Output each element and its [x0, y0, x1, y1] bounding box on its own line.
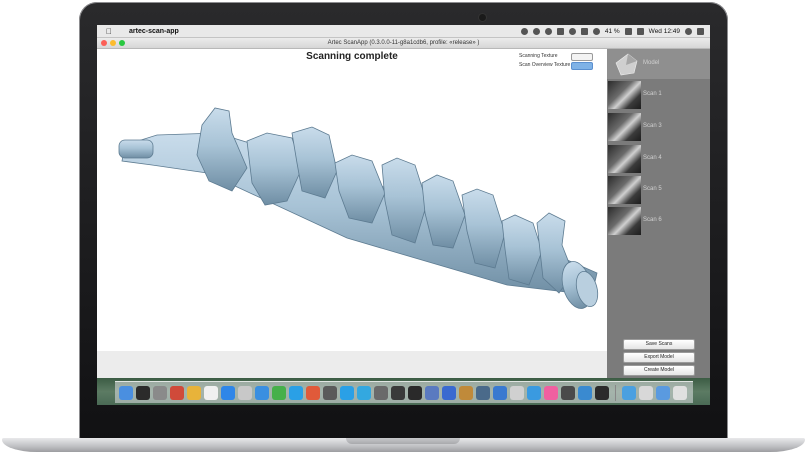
main-content: Scanning complete Scanning Texture Scan …: [97, 49, 607, 402]
sidebar-item-label: Scan 1: [643, 91, 662, 97]
menubar-clock[interactable]: Wed 12:49: [649, 28, 680, 35]
scan-thumbnail: [608, 145, 641, 173]
status-icon[interactable]: [532, 27, 540, 35]
app-icon[interactable]: [510, 385, 524, 400]
app-icon[interactable]: [408, 385, 422, 400]
app-icon[interactable]: [442, 385, 456, 400]
app-icon[interactable]: [476, 385, 490, 400]
status-icon[interactable]: [556, 27, 564, 35]
scan-overview-texture-toggle[interactable]: [571, 62, 593, 70]
launchpad-icon[interactable]: [153, 385, 167, 400]
app-icon[interactable]: [238, 385, 252, 400]
qt-icon[interactable]: [272, 385, 286, 400]
save-scans-button[interactable]: Save Scans: [623, 339, 695, 350]
app-icon[interactable]: [374, 385, 388, 400]
status-icon[interactable]: [520, 27, 528, 35]
terminal-icon[interactable]: [136, 385, 150, 400]
status-icon[interactable]: [568, 27, 576, 35]
scan-overview-texture-label: Scan Overview Texture: [519, 62, 571, 68]
scan-thumbnail: [608, 81, 641, 109]
menubar-status-area: 41 % Wed 12:49: [520, 27, 710, 35]
sidebar-item-label: Scan 4: [643, 155, 662, 161]
scanning-texture-row: Scanning Texture: [519, 53, 558, 59]
sidebar-item-model[interactable]: Model: [607, 49, 710, 79]
app-icon[interactable]: [561, 385, 575, 400]
create-model-button[interactable]: Create Model: [623, 365, 695, 376]
itunes-icon[interactable]: [544, 385, 558, 400]
screen:  artec-scan-app 41 % Wed 12:49 Artec Sc…: [97, 25, 710, 405]
menubar-app-name[interactable]: artec-scan-app: [129, 28, 179, 35]
battery-percent[interactable]: 41 %: [605, 28, 620, 35]
photos-icon[interactable]: [204, 385, 218, 400]
crankshaft-model: [118, 107, 599, 309]
app-icon[interactable]: [459, 385, 473, 400]
menubar:  artec-scan-app 41 % Wed 12:49: [97, 25, 710, 38]
camera: [479, 14, 486, 21]
folder-icon[interactable]: [639, 385, 653, 400]
finder-icon[interactable]: [656, 385, 670, 400]
chrome-icon[interactable]: [187, 385, 201, 400]
trash-icon[interactable]: [673, 385, 687, 400]
close-window-button[interactable]: [101, 40, 107, 46]
model-thumbnail-icon: [615, 53, 638, 76]
scan-thumbnail: [608, 176, 641, 204]
status-icon[interactable]: [580, 27, 588, 35]
scan-sidebar: Model Scan 1 Scan 3 Scan 4 Scan 5 Scan 6: [607, 49, 710, 378]
safari-icon[interactable]: [255, 385, 269, 400]
app-icon[interactable]: [527, 385, 541, 400]
laptop-notch: [346, 438, 460, 444]
battery-icon[interactable]: [624, 27, 632, 35]
app-icon[interactable]: [323, 385, 337, 400]
scan-thumbnail: [608, 113, 641, 141]
scan-overview-texture-row: Scan Overview Texture: [519, 62, 570, 68]
app-icon[interactable]: [306, 385, 320, 400]
minimize-window-button[interactable]: [110, 40, 116, 46]
flag-icon[interactable]: [636, 27, 644, 35]
scanning-texture-label: Scanning Texture: [519, 53, 558, 59]
apple-icon[interactable]: : [106, 27, 115, 36]
dock: [115, 381, 693, 403]
sidebar-item-scan-5[interactable]: Scan 5: [607, 175, 710, 205]
app-icon[interactable]: [493, 385, 507, 400]
sidebar-item-label: Scan 6: [643, 217, 662, 223]
window-title: Artec ScanApp (0.3.0.0-11-g8a1cdb6, prof…: [327, 40, 480, 46]
scan-thumbnail: [608, 207, 641, 235]
skype-icon[interactable]: [289, 385, 303, 400]
finder-icon[interactable]: [119, 385, 133, 400]
dock-separator: [615, 384, 616, 401]
export-model-button[interactable]: Export Model: [623, 352, 695, 363]
zoom-window-button[interactable]: [119, 40, 125, 46]
app-icon[interactable]: [170, 385, 184, 400]
3d-viewport[interactable]: [97, 73, 607, 351]
app-icon[interactable]: [340, 385, 354, 400]
app-icon[interactable]: [425, 385, 439, 400]
telegram-icon[interactable]: [357, 385, 371, 400]
app-icon[interactable]: [391, 385, 405, 400]
scanning-texture-toggle[interactable]: [571, 53, 593, 61]
search-icon[interactable]: [685, 27, 692, 35]
window-titlebar: Artec ScanApp (0.3.0.0-11-g8a1cdb6, prof…: [97, 38, 710, 49]
sidebar-item-scan-3[interactable]: Scan 3: [607, 112, 710, 142]
app-store-icon[interactable]: [221, 385, 235, 400]
notification-center-icon[interactable]: [697, 27, 704, 35]
sidebar-item-scan-1[interactable]: Scan 1: [607, 80, 710, 110]
sidebar-item-label: Scan 3: [643, 123, 662, 129]
folder-icon[interactable]: [622, 385, 636, 400]
status-icon[interactable]: [544, 27, 552, 35]
sidebar-item-scan-6[interactable]: Scan 6: [607, 206, 710, 236]
sidebar-item-scan-4[interactable]: Scan 4: [607, 144, 710, 174]
sidebar-item-label: Model: [643, 60, 660, 66]
sidebar-item-label: Scan 5: [643, 186, 662, 192]
wifi-icon[interactable]: [592, 27, 600, 35]
terminal-icon[interactable]: [595, 385, 609, 400]
xcode-icon[interactable]: [578, 385, 592, 400]
